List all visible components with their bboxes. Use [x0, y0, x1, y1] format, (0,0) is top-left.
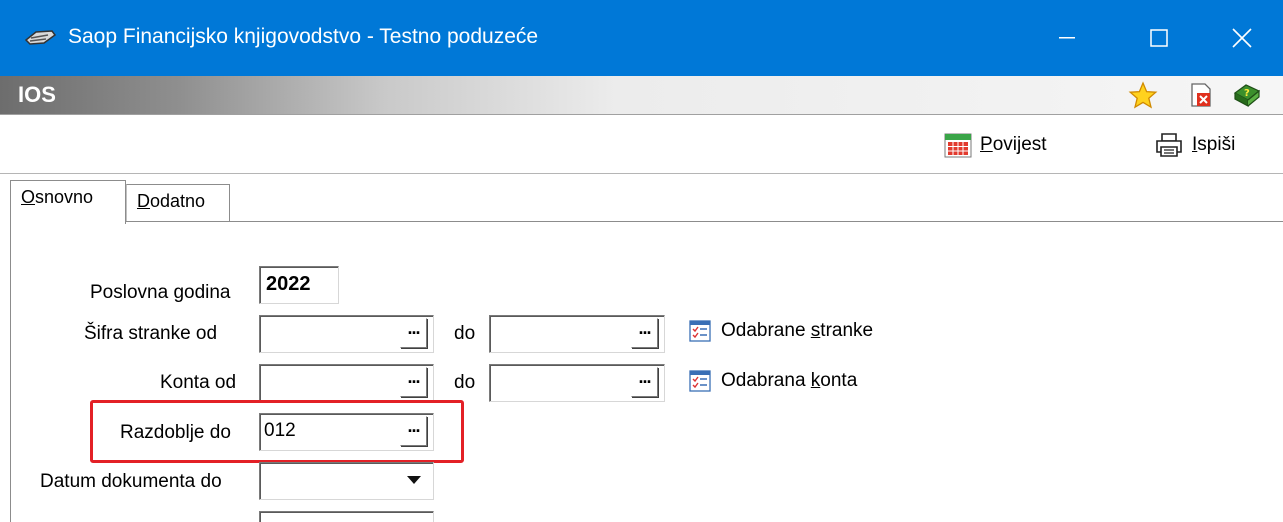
- konta-od-lookup-button[interactable]: ...: [400, 367, 427, 397]
- ispisi-button[interactable]: Ispiši: [1154, 130, 1235, 160]
- toolbar: Povijest Ispiši: [0, 115, 1283, 173]
- module-title: IOS: [18, 82, 56, 107]
- window-titlebar[interactable]: Saop Financijsko knjigovodstvo - Testno …: [0, 0, 1283, 76]
- poslovna-godina-input[interactable]: 2022: [259, 266, 339, 304]
- poslovna-godina-label: Poslovna godina: [90, 282, 231, 303]
- minimize-icon: [1059, 37, 1075, 39]
- document-close-icon[interactable]: [1186, 81, 1216, 109]
- module-header: IOS ?: [0, 76, 1283, 114]
- povijest-label: Povijest: [980, 134, 1047, 155]
- tab-dodatno-label: Dodatno: [137, 191, 206, 211]
- odabrane-stranke-label: Odabrane stranke: [721, 320, 874, 341]
- maximize-icon: [1150, 29, 1168, 47]
- konta-do-label: do: [454, 372, 476, 393]
- odabrana-konta-label: Odabrana konta: [721, 370, 858, 391]
- saop-app-icon: [24, 30, 57, 45]
- odabrane-stranke-button[interactable]: Odabrane stranke: [689, 320, 873, 342]
- tab-strip: Osnovno Dodatno: [0, 174, 1283, 224]
- star-icon[interactable]: [1128, 81, 1158, 109]
- calendar-icon: [944, 133, 972, 158]
- svg-text:?: ?: [1244, 88, 1250, 99]
- close-icon: [1231, 28, 1252, 48]
- help-icon[interactable]: ?: [1232, 81, 1262, 109]
- maximize-button[interactable]: [1112, 0, 1206, 76]
- povijest-button[interactable]: Povijest: [944, 130, 1047, 160]
- window-title: Saop Financijsko knjigovodstvo - Testno …: [68, 25, 539, 48]
- sifra-stranke-do-lookup-button[interactable]: ...: [631, 318, 658, 348]
- close-button[interactable]: [1200, 0, 1283, 76]
- checklist-icon: [689, 320, 711, 342]
- konta-od-label: Konta od: [160, 372, 237, 393]
- chevron-down-icon: [406, 476, 421, 484]
- ispisi-label: Ispiši: [1192, 134, 1236, 155]
- cut-off-input[interactable]: [259, 511, 434, 522]
- odabrana-konta-button[interactable]: Odabrana konta: [689, 370, 857, 392]
- minimize-button[interactable]: [1020, 0, 1114, 76]
- checklist-icon: [689, 370, 711, 392]
- razdoblje-highlight-box: [90, 400, 464, 463]
- tab-dodatno[interactable]: Dodatno: [126, 184, 230, 222]
- tab-osnovno[interactable]: Osnovno: [10, 180, 126, 224]
- konta-do-lookup-button[interactable]: ...: [631, 367, 658, 397]
- sifra-stranke-od-lookup-button[interactable]: ...: [400, 318, 427, 348]
- sifra-stranke-od-label: Šifra stranke od: [84, 323, 218, 344]
- tab-osnovno-label: Osnovno: [21, 187, 94, 207]
- datum-dokumenta-dropdown-button[interactable]: [400, 465, 427, 495]
- sifra-stranke-do-label: do: [454, 323, 476, 344]
- printer-icon: [1156, 133, 1182, 157]
- datum-dokumenta-do-label: Datum dokumenta do: [40, 471, 222, 492]
